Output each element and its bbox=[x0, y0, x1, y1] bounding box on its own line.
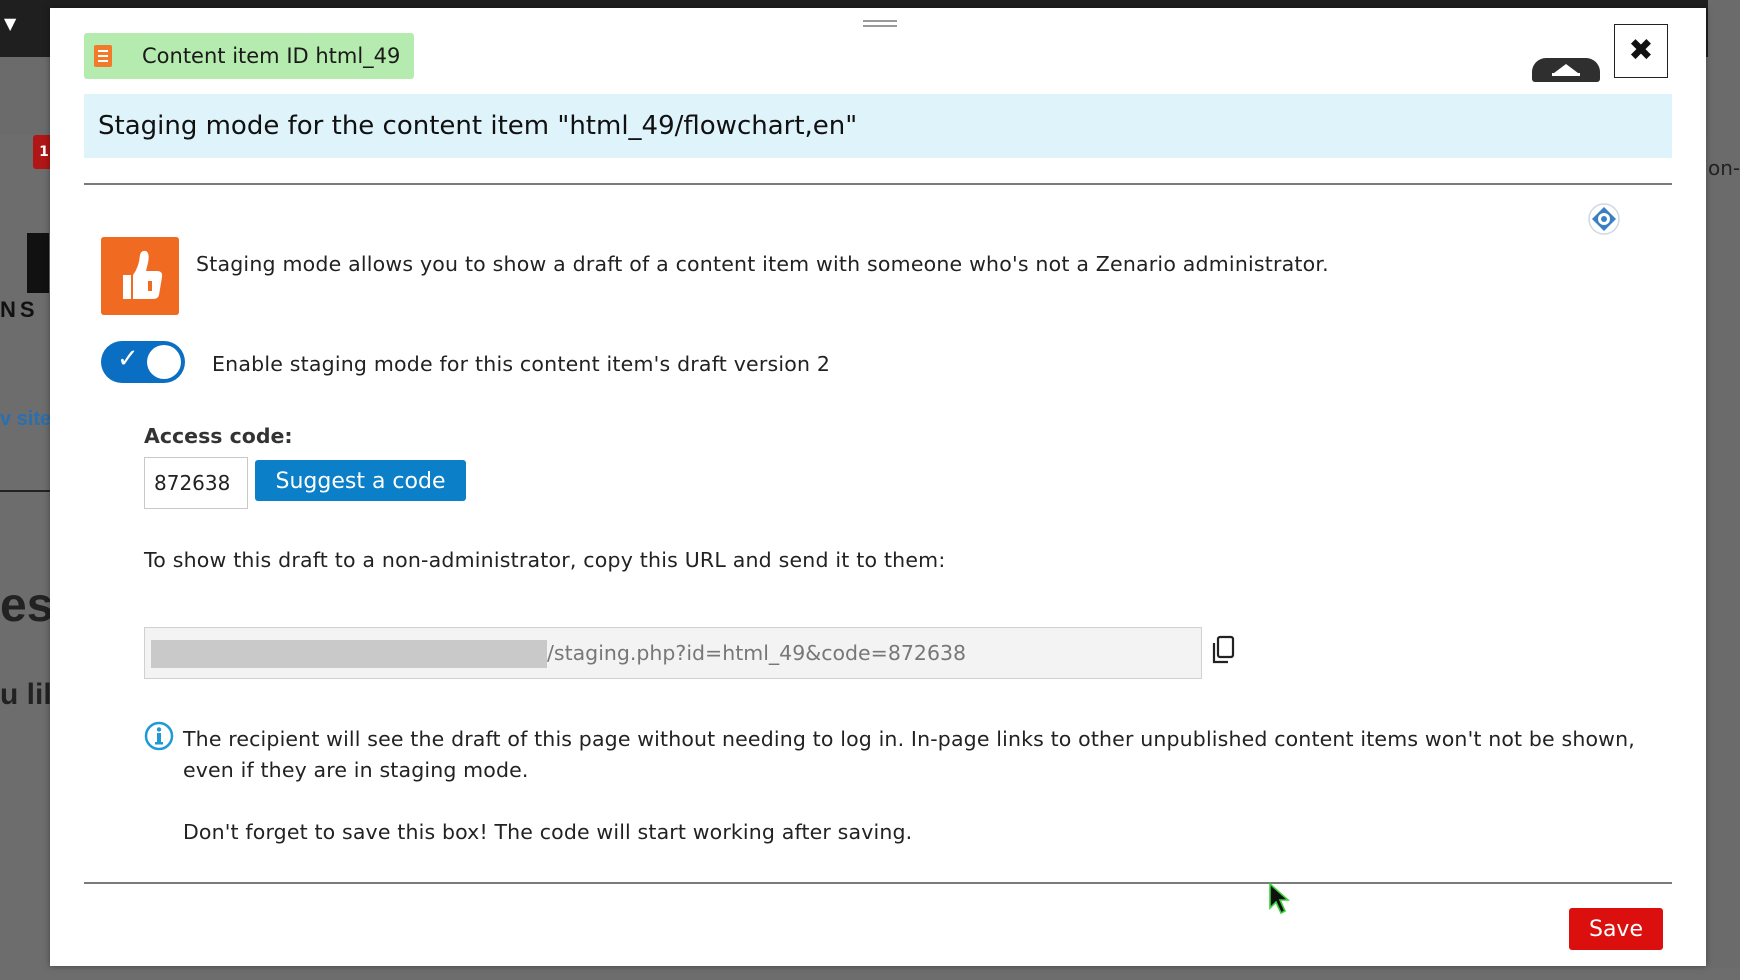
recipient-note: The recipient will see the draft of this… bbox=[183, 727, 1635, 782]
background-heading-fragment: es bbox=[0, 579, 54, 632]
dialog-title: Staging mode for the content item "html_… bbox=[84, 94, 1672, 158]
redacted-domain bbox=[151, 640, 547, 668]
checkmark-icon: ✓ bbox=[117, 344, 139, 374]
staging-mode-toggle[interactable]: ✓ bbox=[101, 341, 185, 383]
help-icon[interactable] bbox=[1588, 203, 1620, 235]
toggle-knob bbox=[147, 345, 181, 379]
background-bottom-edge bbox=[0, 968, 1740, 980]
background-right-edge: on- bbox=[1708, 0, 1740, 980]
header-divider bbox=[84, 183, 1672, 185]
info-icon bbox=[144, 721, 174, 751]
save-button[interactable]: Save bbox=[1569, 908, 1663, 950]
access-code-input[interactable] bbox=[144, 457, 248, 509]
staging-mode-dialog: Content item ID html_49 ✖ Staging mode f… bbox=[50, 8, 1706, 966]
background-right-text: on- bbox=[1708, 156, 1740, 180]
staging-notes: The recipient will see the draft of this… bbox=[183, 724, 1673, 879]
staging-url-field[interactable]: /staging.php?id=html_49&code=872638 bbox=[144, 627, 1202, 679]
copy-icon[interactable] bbox=[1210, 635, 1236, 665]
url-instructions: To show this draft to a non-administrato… bbox=[144, 548, 946, 572]
content-item-id-label: Content item ID html_49 bbox=[142, 44, 401, 68]
footer-divider bbox=[84, 882, 1672, 884]
staging-mode-toggle-label[interactable]: Enable staging mode for this content ite… bbox=[212, 352, 830, 376]
drag-handle[interactable] bbox=[863, 20, 897, 32]
save-reminder-note: Don't forget to save this box! The code … bbox=[183, 820, 913, 844]
background-logo: NS bbox=[0, 225, 50, 325]
document-icon bbox=[94, 45, 112, 67]
background-text-fragment: u lil bbox=[0, 678, 52, 711]
close-icon: ✖ bbox=[1628, 33, 1654, 68]
content-item-id-badge: Content item ID html_49 bbox=[84, 33, 415, 79]
access-code-label: Access code: bbox=[144, 424, 293, 448]
intro-text: Staging mode allows you to show a draft … bbox=[196, 252, 1329, 276]
collapse-icon bbox=[1554, 64, 1578, 73]
close-button[interactable]: ✖ bbox=[1614, 24, 1668, 78]
background-divider bbox=[0, 490, 50, 492]
staging-url-text: /staging.php?id=html_49&code=872638 bbox=[547, 641, 967, 665]
background-site-link: v site bbox=[0, 408, 52, 430]
background-logo-text: NS bbox=[0, 297, 39, 322]
dropdown-arrow-icon: ▼ bbox=[4, 14, 17, 33]
suggest-code-button[interactable]: Suggest a code bbox=[255, 460, 466, 501]
thumbs-up-icon bbox=[101, 237, 179, 315]
mouse-cursor bbox=[1269, 882, 1290, 915]
collapse-button[interactable] bbox=[1532, 58, 1600, 82]
